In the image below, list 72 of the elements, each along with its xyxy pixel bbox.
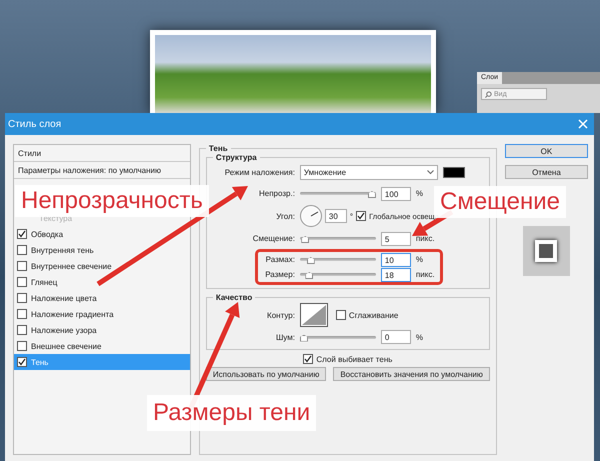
checkbox[interactable]: [356, 211, 366, 221]
value-field[interactable]: 5: [380, 232, 411, 246]
preview-thumbnail: [522, 226, 570, 276]
unit-label: %: [416, 332, 424, 342]
blend-mode-dropdown[interactable]: Умножение: [300, 165, 438, 180]
checkbox[interactable]: [17, 229, 27, 239]
list-item[interactable]: Внешнее свечение: [14, 338, 190, 354]
list-item[interactable]: Параметры наложения: по умолчанию: [14, 162, 190, 179]
unit-label: %: [416, 189, 424, 198]
slider-thumb[interactable]: [368, 191, 376, 198]
checkbox[interactable]: [17, 245, 27, 255]
list-item[interactable]: Внутренняя тень: [14, 242, 190, 258]
field-label: Угол:: [275, 212, 295, 220]
value-field[interactable]: 30: [324, 209, 347, 223]
checkbox[interactable]: [17, 277, 27, 287]
checkbox[interactable]: [17, 293, 27, 303]
list-item[interactable]: Наложение градиента: [14, 306, 190, 322]
slider-thumb[interactable]: [306, 257, 315, 264]
slider-track[interactable]: [300, 237, 376, 240]
slider-track[interactable]: [300, 273, 376, 276]
checkbox[interactable]: [303, 354, 314, 364]
default-button[interactable]: Восстановить значения по умолчанию: [333, 367, 490, 381]
search-icon: [485, 90, 492, 98]
annotation-label: Непрозрачность: [15, 185, 209, 217]
slider-track[interactable]: [300, 336, 376, 338]
dialog-button[interactable]: OK: [504, 144, 588, 158]
annotation-label: Размеры тени: [147, 395, 316, 431]
list-item[interactable]: Глянец: [14, 274, 190, 290]
panel-header[interactable]: Стили: [14, 145, 190, 162]
checkbox[interactable]: [17, 261, 27, 271]
unit-label: °: [350, 212, 354, 220]
value-field[interactable]: 100: [380, 186, 411, 200]
checkbox[interactable]: [336, 310, 346, 320]
value-field[interactable]: 18: [380, 268, 411, 282]
unit-label: пикс.: [416, 234, 436, 243]
dialog-button[interactable]: Отмена: [504, 165, 588, 179]
checkbox-label: Слой выбивает тень: [316, 354, 392, 364]
window-title: Стиль слоя: [8, 118, 62, 130]
field-label: Режим наложения:: [224, 168, 295, 177]
group-title: Тень: [208, 144, 229, 153]
color-swatch[interactable]: [442, 167, 465, 178]
slider-thumb[interactable]: [300, 334, 308, 342]
slider-track[interactable]: [300, 192, 376, 195]
checkbox[interactable]: [17, 357, 27, 367]
slider-thumb[interactable]: [301, 236, 310, 243]
slider-track[interactable]: [300, 258, 376, 261]
field-label: Непрозр.:: [258, 189, 295, 198]
unit-label: %: [416, 255, 424, 264]
slider-thumb[interactable]: [305, 272, 314, 279]
group-title: Структура: [214, 153, 258, 162]
checkbox-label: Сглаживание: [348, 310, 398, 320]
contour-picker[interactable]: [300, 303, 328, 327]
list-item[interactable]: Обводка: [14, 226, 190, 242]
field-label: Шум:: [274, 332, 295, 342]
field-label: Смещение:: [252, 234, 295, 243]
checkbox[interactable]: [17, 341, 27, 351]
list-item[interactable]: Наложение узора: [14, 322, 190, 338]
default-button[interactable]: Использовать по умолчанию: [206, 367, 326, 381]
close-icon[interactable]: [578, 119, 588, 129]
group-title: Качество: [214, 293, 254, 302]
angle-dial[interactable]: [300, 205, 322, 227]
checkbox[interactable]: [17, 309, 27, 319]
value-field[interactable]: 10: [380, 252, 411, 266]
field-label: Контур:: [266, 310, 295, 320]
unit-label: пикс.: [416, 270, 436, 279]
list-item[interactable]: Внутреннее свечение: [14, 258, 190, 274]
list-item[interactable]: Наложение цвета: [14, 290, 190, 306]
checkbox[interactable]: [17, 325, 27, 335]
chevron-icon: [426, 170, 434, 175]
value-field[interactable]: 0: [380, 330, 411, 344]
field-label: Размах:: [264, 255, 295, 264]
field-label: Размер:: [264, 270, 295, 279]
